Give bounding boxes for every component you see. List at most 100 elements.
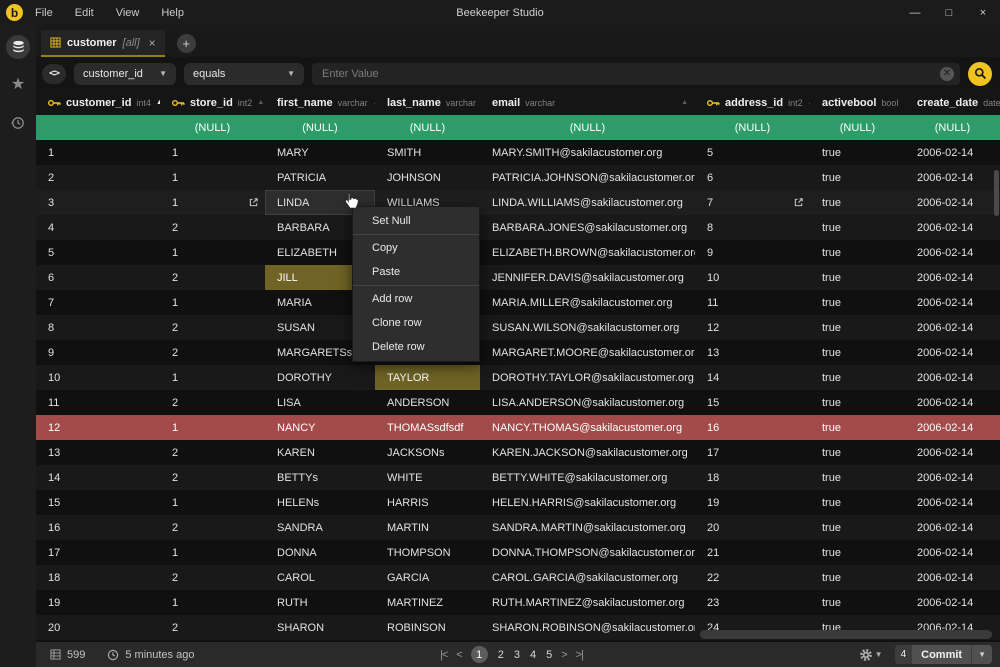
table-cell[interactable]: true (810, 540, 905, 565)
table-cell[interactable]: 2006-02-14 (905, 265, 1000, 290)
table-cell[interactable]: HELENs (265, 490, 375, 515)
table-cell[interactable]: 2 (160, 390, 265, 415)
table-cell[interactable]: NANCY.THOMAS@sakilacustomer.org (480, 415, 695, 440)
table-cell[interactable]: JOHNSON (375, 165, 480, 190)
insert-cell[interactable]: (NULL) (160, 115, 265, 140)
sidebar-item-favorites[interactable]: ★ (6, 73, 30, 97)
column-header-store_id[interactable]: store_idint2▲ (160, 97, 265, 109)
table-cell[interactable]: 1 (160, 540, 265, 565)
table-cell[interactable]: 20 (695, 515, 810, 540)
table-cell[interactable]: 1 (160, 140, 265, 165)
table-cell[interactable]: 6 (695, 165, 810, 190)
sort-arrow-icon[interactable]: ▲ (257, 99, 264, 106)
table-cell[interactable]: 7 (36, 290, 160, 315)
table-cell[interactable]: 1 (160, 590, 265, 615)
table-cell[interactable]: 2006-02-14 (905, 540, 1000, 565)
table-row[interactable]: 42BARBARAJONESBARBARA.JONES@sakilacustom… (36, 215, 1000, 240)
table-cell[interactable]: true (810, 165, 905, 190)
table-cell[interactable]: 23 (695, 590, 810, 615)
table-cell[interactable]: MARGARET.MOORE@sakilacustomer.org (480, 340, 695, 365)
table-cell[interactable]: MARY (265, 140, 375, 165)
table-row[interactable]: 162SANDRAMARTINSANDRA.MARTIN@sakilacusto… (36, 515, 1000, 540)
table-row[interactable]: 112LISAANDERSONLISA.ANDERSON@sakilacusto… (36, 390, 1000, 415)
table-cell[interactable]: 2006-02-14 (905, 340, 1000, 365)
table-cell[interactable]: 18 (36, 565, 160, 590)
horizontal-scrollbar-thumb[interactable] (700, 630, 992, 639)
insert-cell[interactable]: (NULL) (905, 115, 1000, 140)
context-menu-item-clone-row[interactable]: Clone row (353, 311, 479, 335)
table-cell[interactable]: 1 (160, 415, 265, 440)
column-header-activebool[interactable]: activeboolbool▲ (810, 97, 905, 109)
table-cell[interactable]: ANDERSON (375, 390, 480, 415)
table-cell[interactable]: 12 (36, 415, 160, 440)
table-cell[interactable]: 3 (36, 190, 160, 215)
table-cell[interactable]: MARY.SMITH@sakilacustomer.org (480, 140, 695, 165)
sort-arrow-icon[interactable]: ▲ (681, 99, 688, 106)
table-row[interactable]: 11MARYSMITHMARY.SMITH@sakilacustomer.org… (36, 140, 1000, 165)
table-row[interactable]: 82SUSANWILSONSUSAN.WILSON@sakilacustomer… (36, 315, 1000, 340)
apply-filter-button[interactable] (968, 62, 992, 86)
tab-close-icon[interactable]: × (149, 36, 156, 50)
table-cell[interactable]: 17 (695, 440, 810, 465)
menu-edit[interactable]: Edit (75, 7, 94, 19)
table-cell[interactable]: NANCY (265, 415, 375, 440)
table-cell[interactable]: 19 (36, 590, 160, 615)
column-header-email[interactable]: emailvarchar▲ (480, 97, 695, 109)
next-page-button[interactable]: > (561, 649, 566, 661)
table-cell[interactable]: DONNA.THOMPSON@sakilacustomer.org (480, 540, 695, 565)
table-row[interactable]: 171DONNATHOMPSONDONNA.THOMPSON@sakilacus… (36, 540, 1000, 565)
table-cell[interactable]: RUTH (265, 590, 375, 615)
table-cell[interactable]: 5 (695, 140, 810, 165)
table-cell[interactable]: THOMASsdfsdf (375, 415, 480, 440)
menu-help[interactable]: Help (161, 7, 184, 19)
table-row[interactable]: 21PATRICIAJOHNSONPATRICIA.JOHNSON@sakila… (36, 165, 1000, 190)
insert-row[interactable]: (NULL)(NULL)(NULL)(NULL)(NULL)(NULL)(NUL… (36, 115, 1000, 140)
table-cell[interactable]: 11 (36, 390, 160, 415)
sidebar-item-history[interactable] (6, 111, 30, 135)
table-cell[interactable]: 21 (695, 540, 810, 565)
table-cell[interactable]: WHITE (375, 465, 480, 490)
table-cell[interactable]: 2 (160, 215, 265, 240)
table-cell[interactable]: KAREN.JACKSON@sakilacustomer.org (480, 440, 695, 465)
column-header-customer_id[interactable]: customer_idint4▲ (36, 97, 160, 109)
column-header-first_name[interactable]: first_namevarchar▲ (265, 97, 375, 109)
table-cell[interactable]: 2 (160, 340, 265, 365)
table-cell[interactable]: 13 (695, 340, 810, 365)
table-cell[interactable]: 2006-02-14 (905, 515, 1000, 540)
context-menu-item-paste[interactable]: Paste (353, 260, 479, 284)
table-cell[interactable]: true (810, 565, 905, 590)
table-cell[interactable]: 9 (36, 340, 160, 365)
table-cell[interactable]: true (810, 215, 905, 240)
table-row[interactable]: 71MARIAMILLERMARIA.MILLER@sakilacustomer… (36, 290, 1000, 315)
table-cell[interactable]: ELIZABETH.BROWN@sakilacustomer.org (480, 240, 695, 265)
table-cell[interactable]: 20 (36, 615, 160, 640)
sidebar-item-connections[interactable] (6, 35, 30, 59)
table-row[interactable]: 101DOROTHYTAYLORDOROTHY.TAYLOR@sakilacus… (36, 365, 1000, 390)
first-page-button[interactable]: |< (440, 649, 447, 661)
last-page-button[interactable]: >| (576, 649, 583, 661)
table-cell[interactable]: 14 (36, 465, 160, 490)
table-cell[interactable]: 15 (36, 490, 160, 515)
close-button[interactable]: × (966, 7, 1000, 19)
page-button-3[interactable]: 3 (514, 649, 520, 661)
table-cell[interactable]: 2006-02-14 (905, 565, 1000, 590)
table-cell[interactable]: SMITH (375, 140, 480, 165)
table-row[interactable]: 121NANCYTHOMASsdfsdfNANCY.THOMAS@sakilac… (36, 415, 1000, 440)
table-cell[interactable]: 22 (695, 565, 810, 590)
open-record-icon[interactable] (793, 197, 804, 208)
vertical-scrollbar-thumb[interactable] (994, 170, 999, 216)
table-cell[interactable]: TAYLOR (375, 365, 480, 390)
table-cell[interactable]: KAREN (265, 440, 375, 465)
table-cell[interactable]: LISA (265, 390, 375, 415)
table-cell[interactable]: ROBINSON (375, 615, 480, 640)
insert-cell[interactable]: (NULL) (810, 115, 905, 140)
menu-view[interactable]: View (116, 7, 140, 19)
commit-button[interactable]: 4 Commit ▼ (895, 645, 992, 664)
table-cell[interactable]: BARBARA.JONES@sakilacustomer.org (480, 215, 695, 240)
table-cell[interactable]: DOROTHY.TAYLOR@sakilacustomer.org (480, 365, 695, 390)
table-cell[interactable]: true (810, 340, 905, 365)
table-cell[interactable]: true (810, 465, 905, 490)
sql-toggle-button[interactable]: <> (42, 64, 66, 84)
menu-file[interactable]: File (35, 7, 53, 19)
table-cell[interactable]: 19 (695, 490, 810, 515)
